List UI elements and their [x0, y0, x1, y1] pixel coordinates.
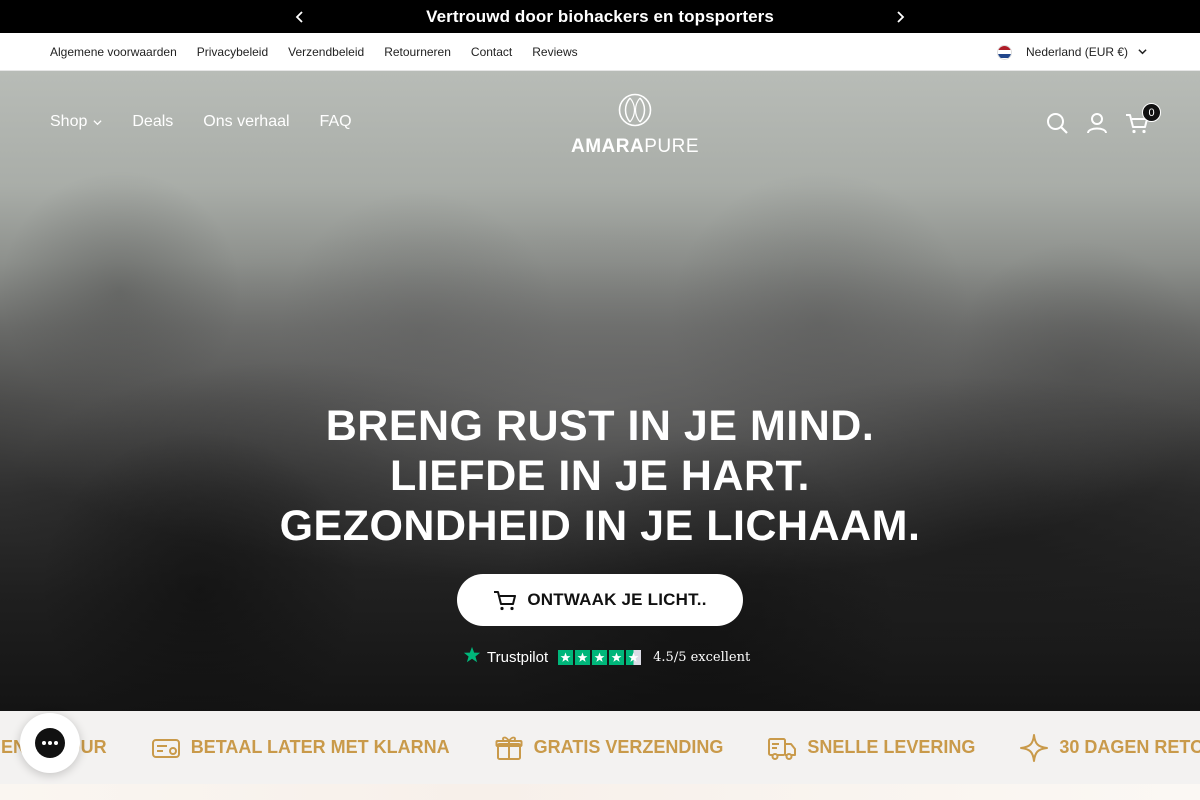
next-section-peek: [0, 784, 1200, 800]
delivery-truck-icon: [768, 737, 797, 760]
hero-cta-button[interactable]: ONTWAAK JE LICHT..: [457, 574, 743, 626]
cart-icon: [494, 591, 517, 611]
credit-card-icon: [151, 738, 180, 758]
usp-label: SNELLE LEVERING: [807, 737, 976, 757]
util-link-retourneren[interactable]: Retourneren: [384, 45, 451, 59]
hero-headline-line: BRENG RUST IN JE MIND.: [325, 402, 875, 450]
usp-item: SNELLE LEVERING: [767, 733, 975, 763]
chevron-left-icon: [295, 10, 303, 23]
hero-headline-line: GEZONDHEID IN JE LICHAAM.: [279, 502, 921, 550]
header-actions: 0: [1045, 103, 1161, 135]
util-link-privacybeleid[interactable]: Privacybeleid: [197, 45, 268, 59]
nav-faq[interactable]: FAQ: [320, 113, 352, 131]
hero-headline: BRENG RUST IN JE MIND. LIEFDE IN JE HART…: [0, 401, 1200, 551]
locale-selector[interactable]: Nederland (EUR €): [997, 33, 1147, 71]
util-link-contact[interactable]: Contact: [471, 45, 512, 59]
rating-half-star-icon: [626, 650, 642, 665]
nav-shop[interactable]: Shop: [50, 113, 102, 131]
rating-star-icon: [592, 650, 608, 665]
trustpilot-score: 4.5/5 excellent: [653, 650, 751, 665]
rating-star-icon: [575, 650, 591, 665]
nav-shop-label: Shop: [50, 113, 88, 130]
chat-icon: [35, 728, 65, 758]
gift-box-icon: [495, 736, 523, 760]
cart-count-badge: 0: [1142, 103, 1161, 122]
nav-deals[interactable]: Deals: [132, 113, 173, 131]
chevron-down-icon: [93, 119, 102, 125]
util-link-algemene-voorwaarden[interactable]: Algemene voorwaarden: [50, 45, 177, 59]
usp-item: GRATIS VERZENDING: [494, 733, 724, 763]
hero-banner: Shop Deals Ons verhaal FAQ AMARAPURE 0 B…: [0, 71, 1200, 711]
announcement-prev-button[interactable]: [285, 0, 315, 33]
trustpilot-star-icon: [463, 646, 481, 669]
utility-nav: Algemene voorwaarden Privacybeleid Verze…: [0, 33, 1200, 71]
trustpilot-widget[interactable]: Trustpilot 4.5/5 excellent: [463, 646, 750, 669]
cart-button[interactable]: 0: [1125, 103, 1161, 135]
trustpilot-rating-stars: [558, 650, 642, 665]
util-link-verzendbeleid[interactable]: Verzendbeleid: [288, 45, 364, 59]
sparkle-icon: [1020, 733, 1049, 762]
search-icon[interactable]: [1045, 111, 1069, 135]
hero-headline-line: LIEFDE IN JE HART.: [390, 452, 810, 500]
trustpilot-brand: Trustpilot: [487, 649, 549, 666]
site-logo[interactable]: AMARAPURE: [565, 93, 705, 157]
usp-item: 30 DAGEN RETOUR: [1019, 733, 1200, 763]
util-link-reviews[interactable]: Reviews: [532, 45, 577, 59]
locale-label: Nederland (EUR €): [1026, 45, 1129, 59]
account-icon[interactable]: [1085, 111, 1109, 135]
usp-label: BETAAL LATER MET KLARNA: [190, 737, 450, 757]
usp-label: GRATIS VERZENDING: [533, 737, 724, 757]
logo-wordmark: AMARAPURE: [570, 136, 699, 157]
announcement-next-button[interactable]: [885, 0, 915, 33]
chevron-right-icon: [897, 10, 905, 23]
chat-launcher-button[interactable]: [20, 713, 80, 773]
nav-ons-verhaal[interactable]: Ons verhaal: [203, 113, 289, 131]
hero-cta-label: ONTWAAK JE LICHT..: [527, 590, 707, 609]
logo-mark-icon: [618, 93, 652, 132]
announcement-text: Vertrouwd door biohackers en topsporters: [426, 6, 774, 26]
rating-star-icon: [558, 650, 574, 665]
announcement-bar: Vertrouwd door biohackers en topsporters: [0, 0, 1200, 33]
usp-label: 30 DAGEN RETOUR: [1059, 737, 1200, 757]
usp-item: BETAAL LATER MET KLARNA: [151, 733, 450, 763]
netherlands-flag-icon: [997, 44, 1012, 60]
chevron-down-icon: [1138, 43, 1147, 61]
main-nav: Shop Deals Ons verhaal FAQ: [50, 113, 352, 131]
rating-star-icon: [609, 650, 625, 665]
usp-strip: AGEN RETOUR BETAAL LATER MET KLARNA GRAT…: [0, 711, 1200, 784]
